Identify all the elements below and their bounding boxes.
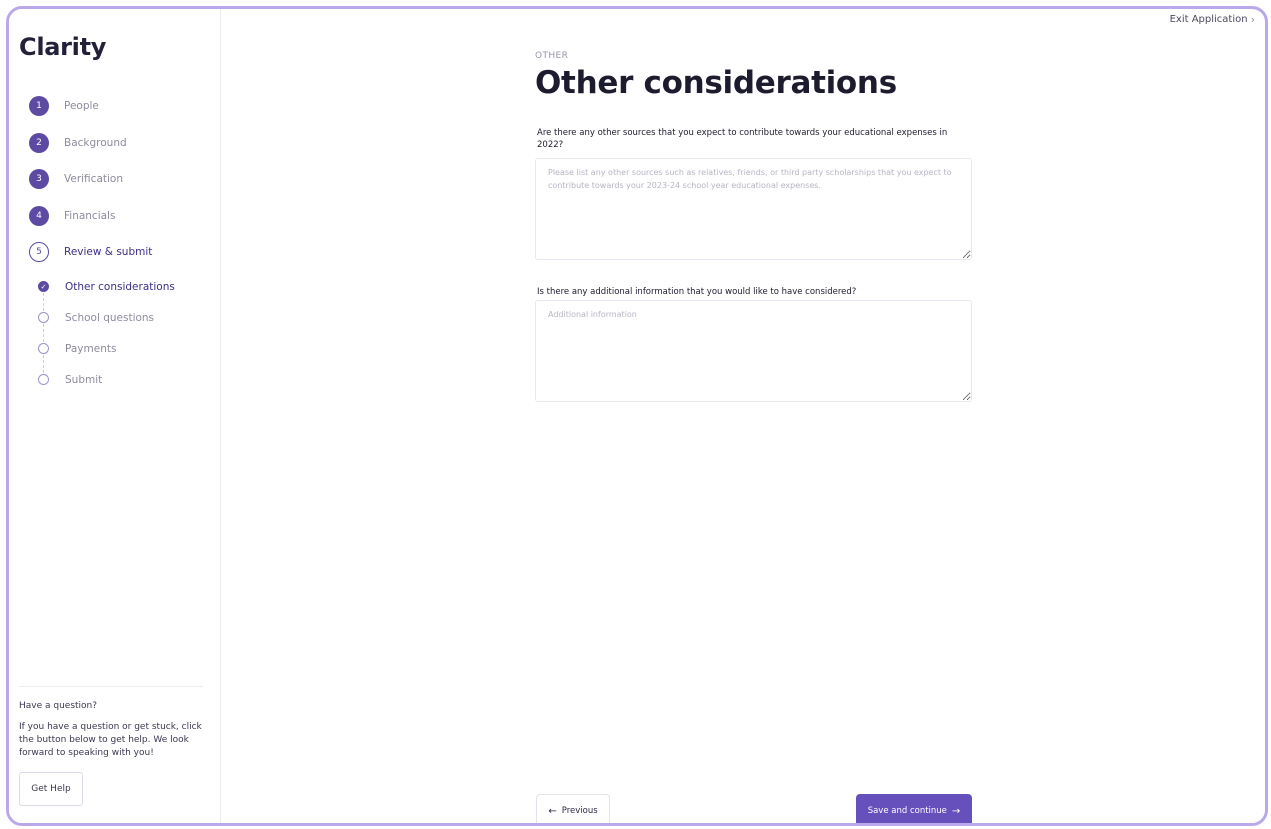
step-background[interactable]: 2 Background: [29, 125, 152, 162]
question-other-sources: Are there any other sources that you exp…: [537, 128, 948, 150]
check-icon: ✓: [38, 281, 49, 292]
connector-line: [43, 355, 44, 373]
circle-icon: [38, 343, 49, 354]
step-number-3: 3: [29, 169, 49, 190]
get-help-button[interactable]: Get Help: [19, 772, 83, 806]
additional-info-textarea[interactable]: [535, 300, 972, 402]
help-panel: Have a question? If you have a question …: [19, 686, 203, 806]
substep-label: Other considerations: [65, 280, 175, 293]
substep-label: Submit: [65, 373, 103, 386]
substep-payments[interactable]: Payments: [38, 333, 175, 373]
substep-other-considerations[interactable]: ✓ Other considerations: [38, 271, 175, 311]
save-and-continue-button[interactable]: Save and continue →: [856, 794, 972, 823]
step-number-4: 4: [29, 205, 49, 226]
exit-label: Exit Application: [1169, 14, 1248, 25]
substep-school-questions[interactable]: School questions: [38, 302, 175, 342]
step-number-2: 2: [29, 132, 49, 153]
save-continue-label: Save and continue: [867, 806, 947, 816]
progress-steps: 1 People 2 Background 3 Verification 4 F…: [29, 88, 152, 271]
step-label: Background: [64, 136, 127, 149]
help-title: Have a question?: [19, 701, 98, 711]
arrow-right-icon: →: [951, 805, 961, 817]
substep-label: Payments: [65, 342, 117, 355]
question-additional-info: Is there any additional information that…: [537, 287, 857, 297]
step-label: Financials: [64, 209, 116, 222]
chevron-right-icon: ›: [1250, 13, 1255, 26]
step-financials[interactable]: 4 Financials: [29, 198, 152, 235]
step-label: Review & submit: [64, 246, 153, 259]
connector-line: [43, 324, 44, 342]
step-number-5: 5: [29, 242, 49, 263]
review-substeps: ✓ Other considerations School questions …: [38, 271, 175, 395]
exit-application-link[interactable]: Exit Application ›: [1170, 13, 1255, 26]
step-people[interactable]: 1 People: [29, 88, 152, 125]
sidebar: Clarity 1 People 2 Background 3 Verifica…: [9, 9, 221, 823]
connector-line: [43, 293, 44, 311]
previous-button[interactable]: ← Previous: [536, 794, 610, 823]
step-number-1: 1: [29, 96, 49, 117]
section-eyebrow: OTHER: [535, 51, 569, 61]
step-verification[interactable]: 3 Verification: [29, 161, 152, 198]
step-label: People: [64, 100, 99, 113]
substep-label: School questions: [65, 311, 155, 324]
help-text: If you have a question or get stuck, cli…: [19, 722, 202, 758]
page-title: Other considerations: [535, 65, 897, 101]
circle-icon: [38, 312, 49, 323]
app-window: Clarity 1 People 2 Background 3 Verifica…: [6, 6, 1268, 826]
substep-submit[interactable]: Submit: [38, 364, 175, 395]
step-review-submit[interactable]: 5 Review & submit: [29, 234, 152, 271]
other-sources-textarea[interactable]: [535, 158, 972, 260]
step-label: Verification: [64, 173, 123, 186]
circle-icon: [38, 374, 49, 385]
logo: Clarity: [19, 33, 107, 61]
arrow-left-icon: ←: [548, 805, 557, 817]
previous-label: Previous: [561, 806, 598, 816]
